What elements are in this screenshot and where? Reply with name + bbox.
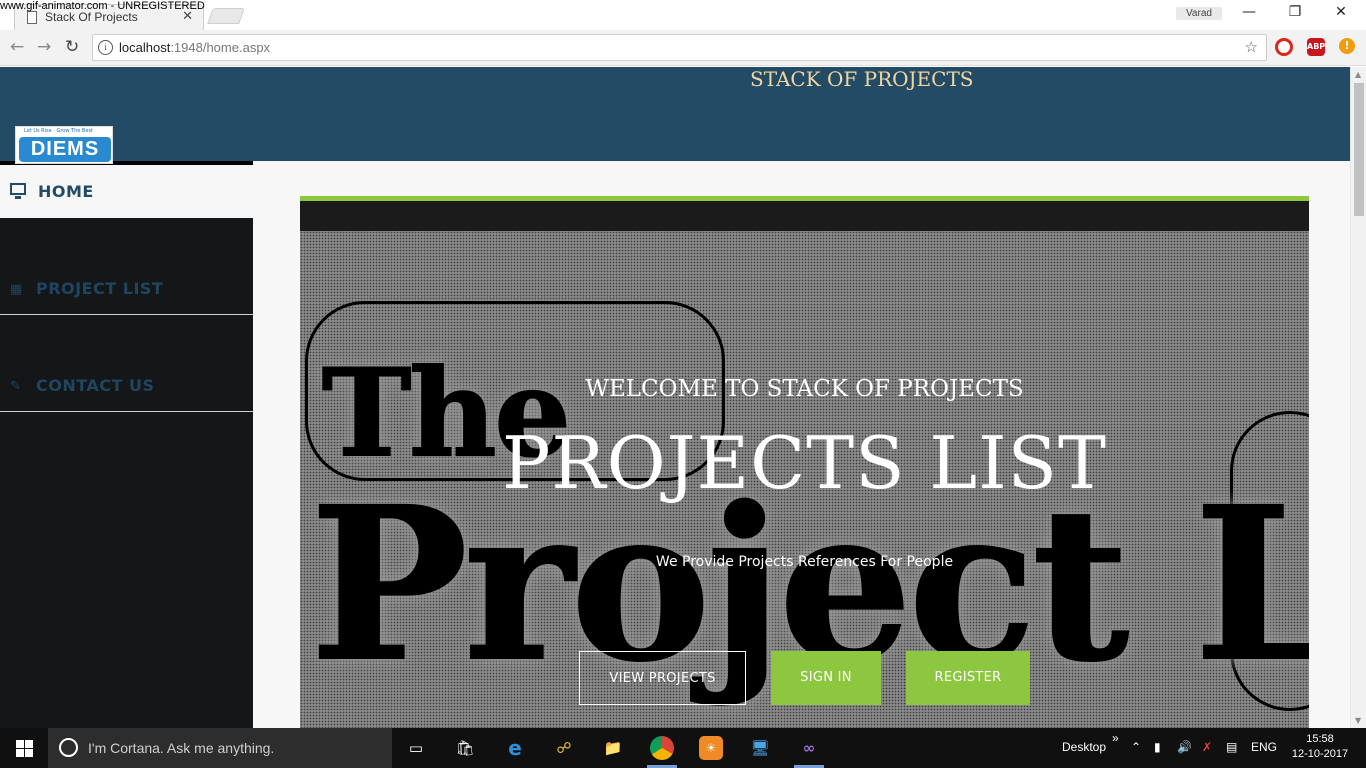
- reload-icon[interactable]: ↻: [65, 37, 79, 57]
- hero-welcome: WELCOME TO STACK OF PROJECTS: [585, 376, 1024, 402]
- logo-text: DIEMS: [19, 137, 111, 162]
- action-center-icon[interactable]: ▤: [1226, 740, 1237, 754]
- cortana-icon: [59, 738, 78, 757]
- new-tab-button[interactable]: [207, 8, 245, 24]
- site-title: STACK OF PROJECTS: [750, 67, 974, 91]
- desktop-icon: [10, 183, 26, 199]
- python-icon[interactable]: ☍: [552, 736, 576, 760]
- address-url[interactable]: localhost:1948/home.aspx: [119, 40, 270, 55]
- site-header: STACK OF PROJECTS: [0, 67, 1350, 161]
- volume-icon[interactable]: 🔊: [1177, 740, 1192, 754]
- desktop-toolbar-label[interactable]: Desktop: [1062, 740, 1106, 754]
- adblock-icon[interactable]: ABP: [1307, 38, 1325, 56]
- input-language[interactable]: ENG: [1251, 740, 1277, 754]
- sidebar-item-label: PROJECT LIST: [36, 279, 164, 298]
- sidebar-item-label: HOME: [38, 182, 94, 201]
- remote-desktop-icon[interactable]: 🖥: [748, 736, 772, 760]
- restore-icon[interactable]: ❐: [1272, 4, 1318, 20]
- uc-browser-icon[interactable]: ☀: [699, 736, 723, 760]
- profile-button[interactable]: Varad: [1176, 7, 1222, 20]
- bookmark-star-icon[interactable]: ☆: [1245, 38, 1258, 56]
- network-icon[interactable]: ✗: [1202, 740, 1212, 754]
- edge-icon[interactable]: e: [503, 736, 527, 760]
- scroll-down-icon[interactable]: ▼: [1355, 716, 1361, 725]
- toolbar: ← → ↻ i localhost:1948/home.aspx ☆ ABP !: [0, 30, 1366, 66]
- battery-icon[interactable]: ▮: [1154, 740, 1161, 754]
- page-scrollbar[interactable]: ▲ ▼: [1350, 67, 1366, 728]
- opera-icon[interactable]: [1275, 38, 1293, 56]
- college-logo[interactable]: Let Us Rise · Grow The Best DIEMS: [15, 126, 113, 164]
- file-explorer-icon[interactable]: 📁: [601, 736, 625, 760]
- minimize-icon[interactable]: —: [1226, 4, 1272, 20]
- back-icon[interactable]: ←: [10, 37, 24, 57]
- tab-title: Stack Of Projects: [45, 10, 138, 24]
- page-favicon-icon: [27, 11, 37, 24]
- hero-banner: The Project L WELCOME TO STACK OF PROJEC…: [300, 196, 1309, 728]
- sidebar-item-home[interactable]: HOME: [0, 165, 253, 218]
- sidebar-item-contact-us[interactable]: ✎ CONTACT US: [0, 316, 253, 412]
- window-close-icon[interactable]: ✕: [1318, 4, 1364, 20]
- clock-time: 15:58: [1306, 733, 1334, 745]
- scroll-thumb[interactable]: [1354, 83, 1364, 216]
- start-button[interactable]: [0, 728, 48, 768]
- edit-icon: ✎: [10, 379, 21, 394]
- hero-top-bar: [300, 201, 1309, 231]
- table-icon: ▦: [10, 282, 23, 297]
- web-page: STACK OF PROJECTS HOME ▦ PROJECT LIST ✎ …: [0, 67, 1350, 728]
- visual-studio-icon[interactable]: ∞: [797, 736, 821, 760]
- register-button[interactable]: REGISTER: [906, 651, 1030, 705]
- logo-tagline: Let Us Rise · Grow The Best: [24, 128, 94, 134]
- toolbar-expand-icon[interactable]: »: [1112, 731, 1119, 745]
- sign-in-button[interactable]: SIGN IN: [771, 651, 881, 705]
- scroll-up-icon[interactable]: ▲: [1355, 70, 1361, 79]
- windows-logo-icon: [25, 740, 33, 748]
- task-view-icon[interactable]: ▭: [404, 736, 428, 760]
- store-icon[interactable]: 🛍: [453, 736, 477, 760]
- view-projects-button[interactable]: VIEW PROJECTS: [579, 651, 746, 705]
- windows-logo-icon: [25, 749, 33, 757]
- system-clock[interactable]: 15:58 12-10-2017: [1290, 732, 1350, 762]
- clock-date: 12-10-2017: [1291, 748, 1349, 760]
- cortana-search-box[interactable]: I'm Cortana. Ask me anything.: [48, 728, 392, 768]
- hero-headline: PROJECTS LIST: [501, 421, 1108, 505]
- windows-logo-icon: [16, 749, 24, 757]
- sidebar: HOME ▦ PROJECT LIST ✎ CONTACT US: [0, 161, 253, 728]
- taskbar: I'm Cortana. Ask me anything. ▭ 🛍 e ☍ 📁 …: [0, 728, 1366, 768]
- alert-icon[interactable]: !: [1339, 38, 1355, 54]
- info-icon[interactable]: i: [98, 40, 113, 55]
- tab-strip: www.gif-animator.com - UNREGISTERED Stac…: [0, 0, 1366, 30]
- hero-background-image: The Project L WELCOME TO STACK OF PROJEC…: [300, 231, 1309, 728]
- watermark-text: www.gif-animator.com - UNREGISTERED: [0, 0, 205, 12]
- show-hidden-icons-icon[interactable]: ⌃: [1131, 740, 1141, 754]
- cortana-placeholder: I'm Cortana. Ask me anything.: [88, 740, 275, 756]
- windows-logo-icon: [16, 740, 24, 748]
- address-bar[interactable]: i localhost:1948/home.aspx ☆: [92, 34, 1267, 61]
- forward-icon[interactable]: →: [37, 37, 51, 57]
- hero-subtitle: We Provide Projects References For Peopl…: [655, 554, 954, 570]
- sidebar-item-label: CONTACT US: [36, 376, 155, 395]
- sidebar-item-project-list[interactable]: ▦ PROJECT LIST: [0, 219, 253, 315]
- chrome-icon[interactable]: [650, 736, 674, 760]
